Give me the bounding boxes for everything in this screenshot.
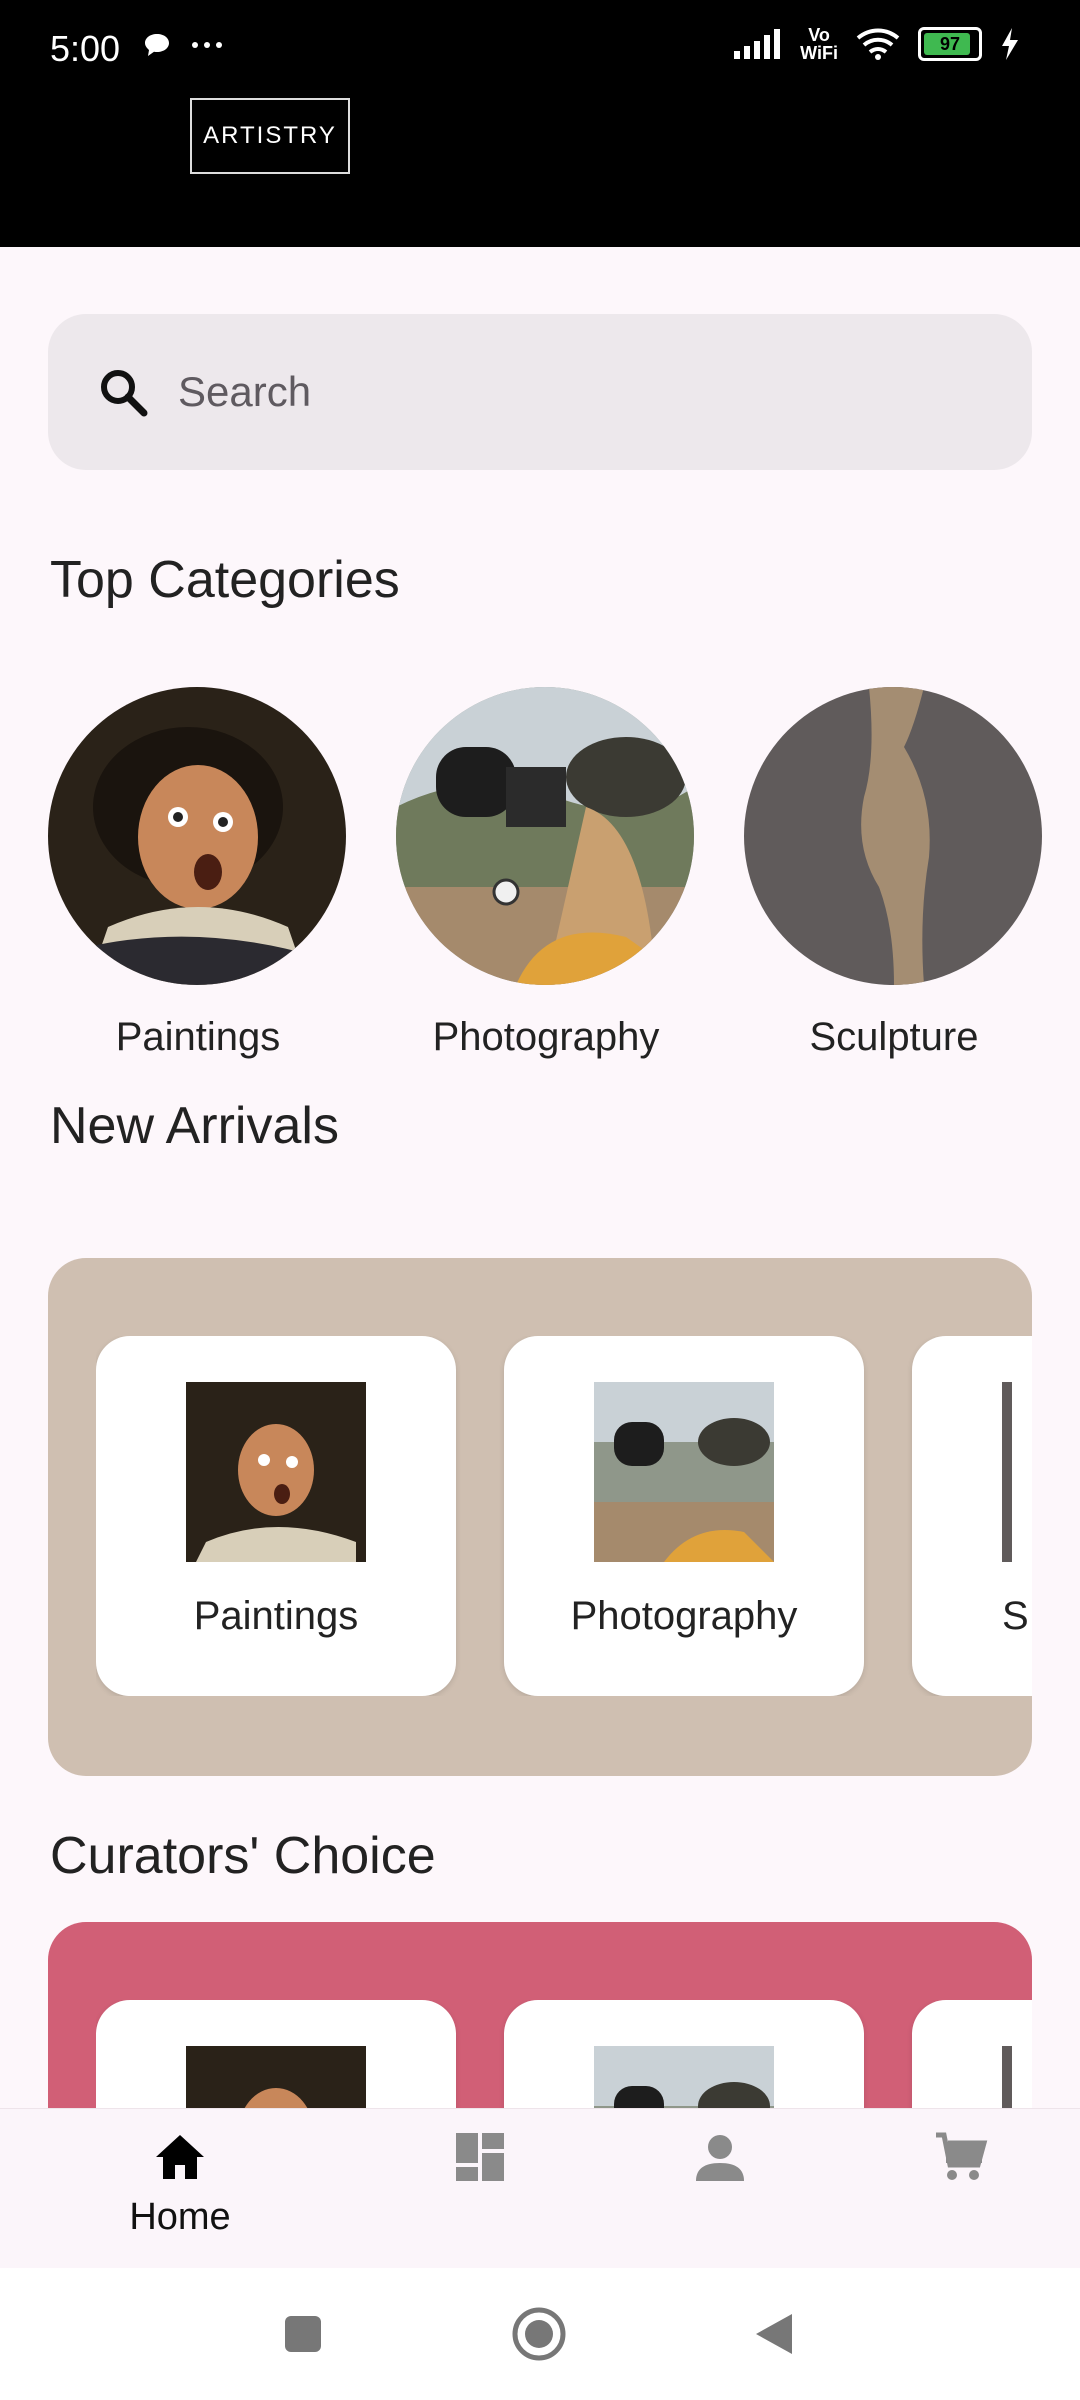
battery-icon: 97: [918, 27, 982, 61]
recents-button-icon[interactable]: [283, 2314, 323, 2354]
card-label: S: [1002, 1594, 1029, 1638]
category-label: Sculpture: [809, 1015, 979, 1059]
cart-icon: [936, 2132, 988, 2180]
new-arrivals-carousel[interactable]: Paintings Photography S: [96, 1336, 1032, 1696]
painting-thumbnail: [186, 1382, 366, 1562]
sculpture-thumbnail: [1002, 1382, 1012, 1562]
status-right: Vo WiFi 97: [732, 26, 1020, 62]
photography-thumbnail: [594, 2046, 774, 2108]
search-bar[interactable]: Search: [48, 314, 1032, 470]
curators-choice-title: Curators' Choice: [50, 1827, 436, 1885]
curators-choice-panel: [48, 1922, 1032, 2108]
curators-choice-carousel[interactable]: [96, 2000, 1032, 2108]
painting-portrait-image: [48, 687, 346, 985]
more-dots-icon: [191, 42, 222, 48]
card-label: Paintings: [193, 1594, 359, 1638]
nav-profile[interactable]: [640, 2129, 800, 2190]
wifi-icon: [856, 28, 900, 60]
nav-cart[interactable]: [880, 2129, 1040, 2190]
category-label: Paintings: [115, 1015, 281, 1059]
nav-home[interactable]: Home: [100, 2129, 260, 2239]
curator-card-paintings[interactable]: [96, 2000, 456, 2108]
new-arrivals-title: New Arrivals: [50, 1097, 339, 1155]
dashboard-icon: [456, 2133, 504, 2181]
painting-thumbnail: [186, 2046, 366, 2108]
back-button-icon[interactable]: [752, 2310, 796, 2358]
person-icon: [696, 2135, 744, 2181]
home-icon: [156, 2135, 204, 2179]
nav-dashboard[interactable]: [400, 2129, 560, 2190]
signal-icon: [734, 29, 781, 59]
category-sculpture[interactable]: Sculpture: [744, 687, 1044, 1060]
photography-thumbnail: [594, 1382, 774, 1562]
charging-bolt-icon: [1002, 28, 1018, 60]
system-navigation-bar: [0, 2268, 1080, 2400]
vowifi-icon: Vo WiFi: [800, 25, 838, 63]
new-arrivals-panel: Paintings Photography S: [48, 1258, 1032, 1776]
search-icon: [88, 357, 158, 427]
category-label: Photography: [432, 1015, 660, 1059]
top-categories-title: Top Categories: [50, 551, 400, 609]
app-logo: ARTISTRY: [190, 98, 350, 174]
sculpture-thumbnail: [1002, 2046, 1012, 2108]
bottom-navigation: Home: [0, 2108, 1080, 2269]
top-bar: 5:00 Vo WiFi 97 ARTISTRY: [0, 0, 1080, 247]
curator-card-sculpture[interactable]: [912, 2000, 1032, 2108]
status-time: 5:00: [50, 28, 121, 69]
category-paintings[interactable]: Paintings: [48, 687, 348, 1060]
battery-level: 97: [939, 33, 961, 54]
new-arrival-card-sculpture[interactable]: S: [912, 1336, 1032, 1696]
photographer-image: [396, 687, 694, 985]
chat-bubble-icon: [145, 34, 169, 56]
new-arrival-card-photography[interactable]: Photography: [504, 1336, 864, 1696]
sculpture-image: [744, 687, 1042, 985]
category-photography[interactable]: Photography: [396, 687, 696, 1060]
status-notification-icons: [142, 30, 227, 68]
search-input[interactable]: Search: [178, 368, 311, 416]
card-label: Photography: [570, 1594, 798, 1638]
nav-home-label: Home: [129, 2196, 231, 2238]
new-arrival-card-paintings[interactable]: Paintings: [96, 1336, 456, 1696]
home-button-icon[interactable]: [511, 2306, 567, 2362]
curator-card-photography[interactable]: [504, 2000, 864, 2108]
